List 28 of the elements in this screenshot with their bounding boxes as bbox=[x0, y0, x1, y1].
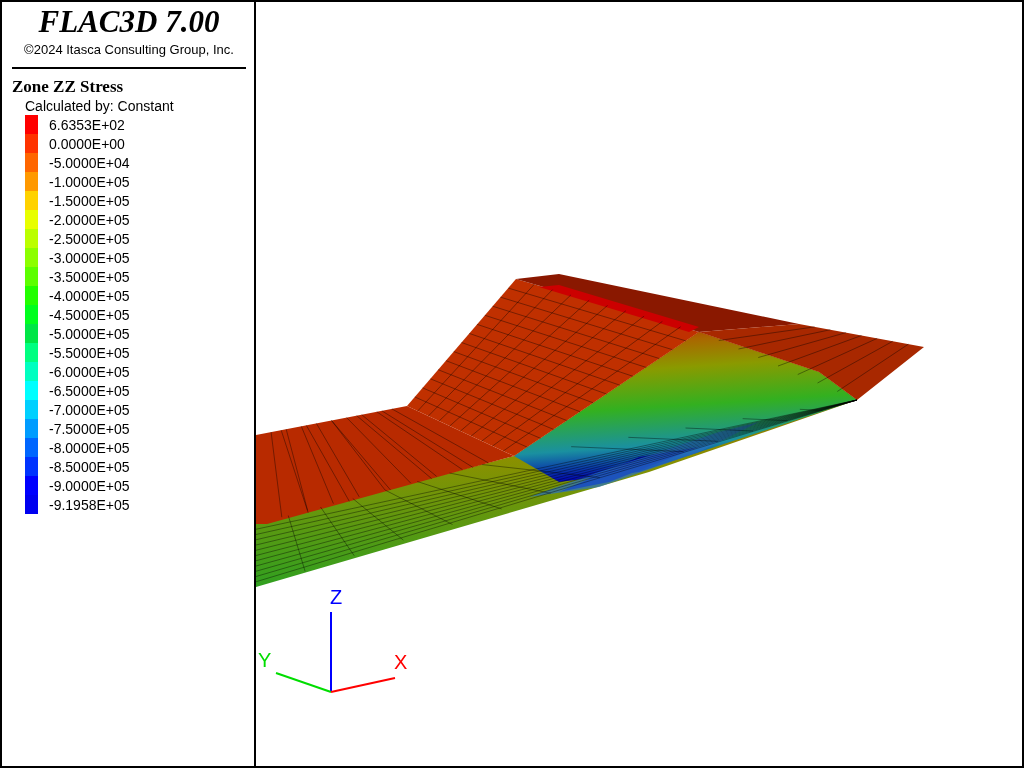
legend-label: -7.0000E+05 bbox=[49, 401, 130, 418]
y-axis-label: Y bbox=[258, 649, 272, 671]
z-axis-label: Z bbox=[330, 586, 343, 608]
legend-label: -3.5000E+05 bbox=[49, 268, 130, 285]
legend-label: -5.0000E+05 bbox=[49, 325, 130, 342]
legend-label: -2.5000E+05 bbox=[49, 230, 130, 247]
legend-label: -1.5000E+05 bbox=[49, 192, 130, 209]
copyright-text: ©2024 Itasca Consulting Group, Inc. bbox=[24, 42, 234, 57]
legend-label: -4.0000E+05 bbox=[49, 287, 130, 304]
legend-label: -3.0000E+05 bbox=[49, 249, 130, 266]
legend-label: 6.6353E+02 bbox=[49, 116, 125, 133]
legend-label: -5.0000E+04 bbox=[49, 154, 130, 171]
legend-label: -8.5000E+05 bbox=[49, 458, 130, 475]
legend-label: -6.0000E+05 bbox=[49, 363, 130, 380]
legend-label: -8.0000E+05 bbox=[49, 439, 130, 456]
program-title: FLAC3D 7.00 bbox=[38, 4, 220, 40]
legend-label: -7.5000E+05 bbox=[49, 420, 130, 437]
x-axis-label: X bbox=[394, 651, 408, 673]
legend-title: Zone ZZ Stress bbox=[12, 77, 124, 97]
legend-label: -6.5000E+05 bbox=[49, 382, 130, 399]
legend-label: -9.1958E+05 bbox=[49, 496, 130, 513]
legend-subtitle: Calculated by: Constant bbox=[25, 97, 174, 115]
legend-label: -4.5000E+05 bbox=[49, 306, 130, 323]
legend-label: 0.0000E+00 bbox=[49, 135, 125, 152]
legend-label: -1.0000E+05 bbox=[49, 173, 130, 190]
legend-label: -2.0000E+05 bbox=[49, 211, 130, 228]
legend-label: -5.5000E+05 bbox=[49, 344, 130, 361]
legend-label: -9.0000E+05 bbox=[49, 477, 130, 494]
